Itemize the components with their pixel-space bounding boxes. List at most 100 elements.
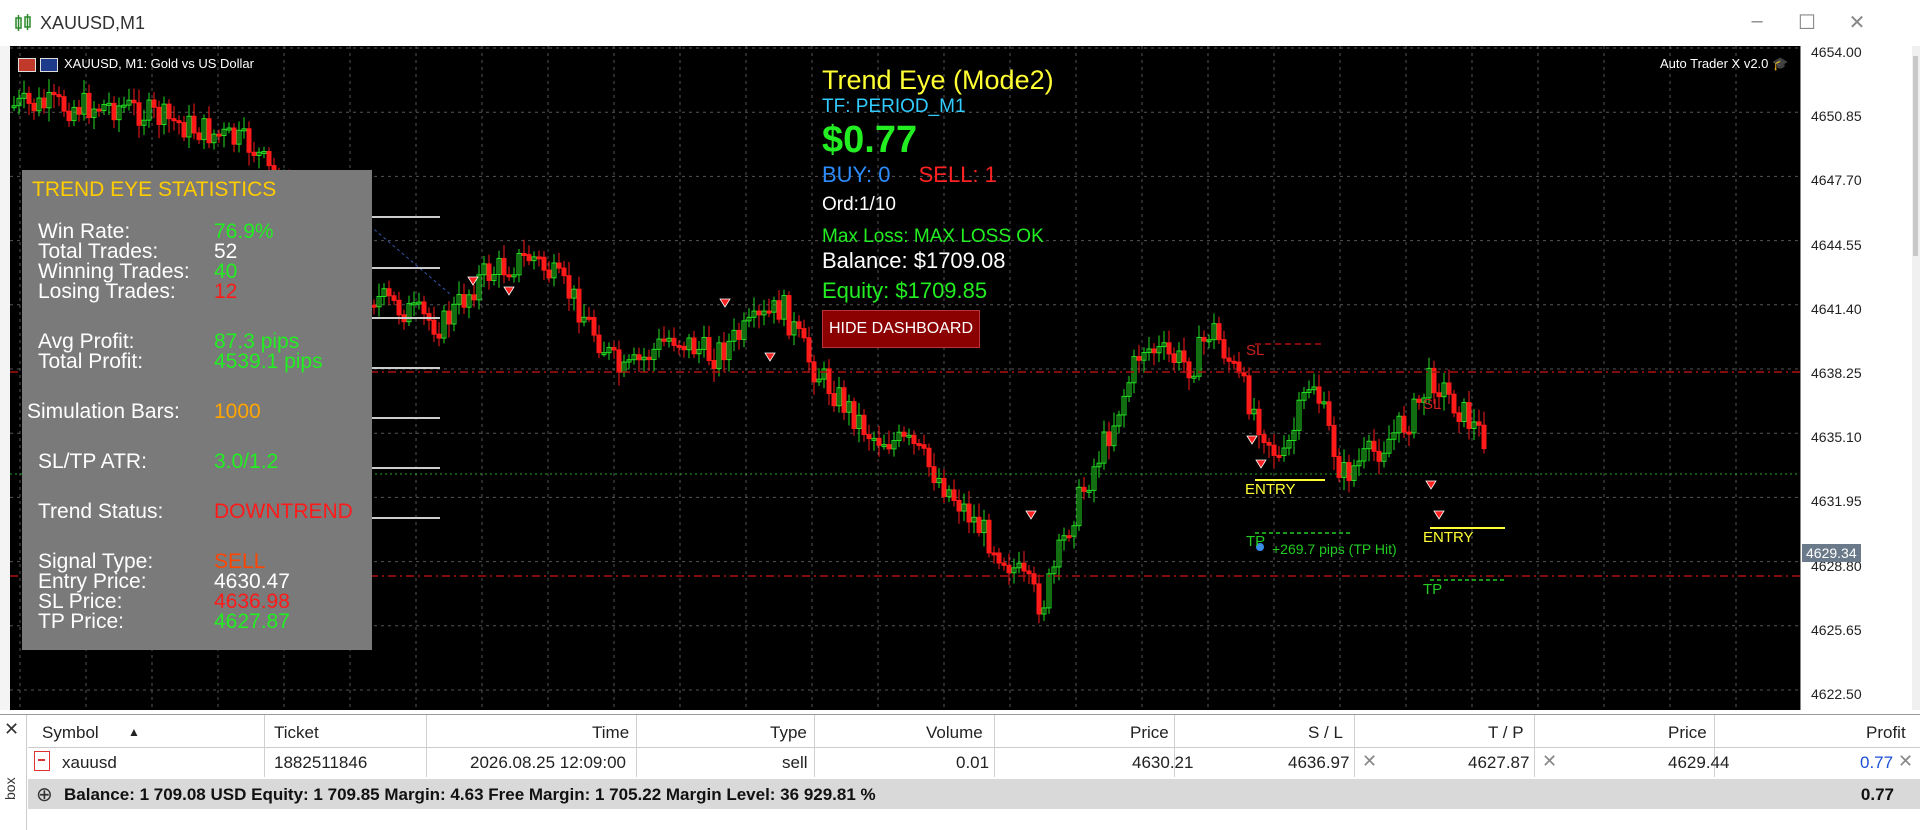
remove-sl-button[interactable]: ✕ xyxy=(1362,751,1377,772)
cell-tp: 4627.87 xyxy=(1468,753,1530,772)
candle xyxy=(1186,361,1192,379)
entry-label: ENTRY xyxy=(1245,481,1296,498)
candle xyxy=(611,347,617,351)
close-icon[interactable]: ✕ xyxy=(1842,10,1872,35)
candle xyxy=(1266,441,1272,446)
candle xyxy=(561,267,567,277)
remove-tp-button[interactable]: ✕ xyxy=(1542,751,1557,772)
candle xyxy=(926,447,932,468)
candle xyxy=(901,431,907,437)
account-summary-row: ⊕ Balance: 1 709.08 USD Equity: 1 709.85… xyxy=(28,779,1920,809)
entry-label: ENTRY xyxy=(1423,529,1474,546)
candle xyxy=(431,319,437,335)
price-level-label: 4635.10 xyxy=(1811,429,1862,446)
candle xyxy=(1446,382,1452,395)
candle xyxy=(171,118,177,122)
candle xyxy=(546,269,552,279)
toolbox-side-strip: ✕ box xyxy=(0,715,27,830)
candle xyxy=(586,316,592,320)
toolbox-side-label: box xyxy=(2,777,18,800)
candle xyxy=(1216,323,1222,341)
candle xyxy=(956,500,962,512)
candle xyxy=(181,122,187,138)
candle xyxy=(991,552,997,556)
col-symbol[interactable]: Symbol xyxy=(42,723,99,743)
col-volume[interactable]: Volume xyxy=(926,723,983,743)
candle xyxy=(721,342,727,361)
candle xyxy=(636,354,642,361)
cell-sl: 4636.97 xyxy=(1288,753,1350,772)
candle xyxy=(1081,486,1087,492)
candle xyxy=(1331,424,1337,457)
candle xyxy=(851,401,857,429)
col-tp[interactable]: T / P xyxy=(1488,723,1524,743)
candle xyxy=(806,337,812,363)
candle xyxy=(941,477,947,498)
candle xyxy=(246,128,252,153)
col-ticket[interactable]: Ticket xyxy=(274,723,319,743)
candle xyxy=(681,345,687,351)
col-time[interactable]: Time xyxy=(592,723,629,743)
candle xyxy=(1401,415,1407,433)
candle xyxy=(371,304,377,308)
minimize-icon[interactable]: – xyxy=(1742,10,1772,33)
candle xyxy=(251,151,257,157)
stat-value: 1000 xyxy=(214,400,261,423)
candle xyxy=(916,443,922,447)
table-row[interactable]: xauusd 1882511846 2026.08.25 12:09:00 se… xyxy=(28,747,1920,777)
account-summary-text: Balance: 1 709.08 USD Equity: 1 709.85 M… xyxy=(64,785,876,804)
candle xyxy=(1316,386,1322,404)
close-position-button[interactable]: ✕ xyxy=(1898,751,1913,772)
col-profit[interactable]: Profit xyxy=(1866,723,1906,743)
stat-value: 4630.47 xyxy=(214,570,290,593)
candle xyxy=(966,503,972,523)
cell-price: 4630.21 xyxy=(1132,753,1194,772)
candle xyxy=(1221,339,1227,359)
col-sl[interactable]: S / L xyxy=(1308,723,1343,743)
price-level-label: 4638.25 xyxy=(1811,365,1862,381)
candle xyxy=(1236,361,1242,374)
stat-value: 52 xyxy=(214,240,238,263)
right-scrollbar[interactable] xyxy=(1912,46,1920,710)
cell-symbol: xauusd xyxy=(62,753,117,772)
candle xyxy=(676,344,682,348)
col-price[interactable]: Price xyxy=(1130,723,1169,743)
cell-profit: 0.77 xyxy=(1860,753,1894,772)
candle xyxy=(501,257,507,276)
hide-dashboard-button[interactable]: HIDE DASHBOARD xyxy=(822,310,981,348)
candle xyxy=(216,133,222,137)
candle xyxy=(421,301,427,315)
close-icon[interactable]: ✕ xyxy=(4,719,19,740)
candle xyxy=(596,334,602,354)
stat-value: 76.9% xyxy=(214,220,274,243)
candle xyxy=(1261,434,1267,443)
candle xyxy=(1451,393,1457,414)
sort-asc-icon: ▲ xyxy=(128,725,140,739)
price-level-label: 4625.65 xyxy=(1811,621,1862,638)
expert-advisor-label[interactable]: Auto Trader X v2.0 🎓 xyxy=(1660,56,1788,72)
candle xyxy=(136,102,142,126)
candle xyxy=(831,393,837,407)
stat-value: 12 xyxy=(214,280,238,303)
candle xyxy=(486,263,492,281)
price-level-label: 4650.85 xyxy=(1811,108,1862,125)
table-header: Symbol ▲ Ticket Time Type Volume Price S… xyxy=(28,715,1920,748)
brand-text: Auto Trader X v2.0 xyxy=(1660,56,1769,71)
candle xyxy=(706,337,712,362)
expand-plus-icon[interactable]: ⊕ xyxy=(36,782,53,807)
price-level-label: 4644.55 xyxy=(1811,236,1862,253)
candle xyxy=(1371,440,1377,452)
stat-label: TP Price: xyxy=(38,610,124,633)
col-type[interactable]: Type xyxy=(770,723,807,743)
candle xyxy=(526,254,532,262)
candle xyxy=(156,106,162,126)
candle xyxy=(76,106,82,115)
col-current-price[interactable]: Price xyxy=(1668,723,1707,743)
sell-count: SELL: 1 xyxy=(918,162,997,187)
candle xyxy=(96,108,102,112)
sell-arrow xyxy=(1255,459,1267,469)
stat-value: 40 xyxy=(214,260,238,283)
candle xyxy=(661,338,667,342)
candle xyxy=(506,274,512,278)
maximize-icon[interactable]: ☐ xyxy=(1792,10,1822,35)
